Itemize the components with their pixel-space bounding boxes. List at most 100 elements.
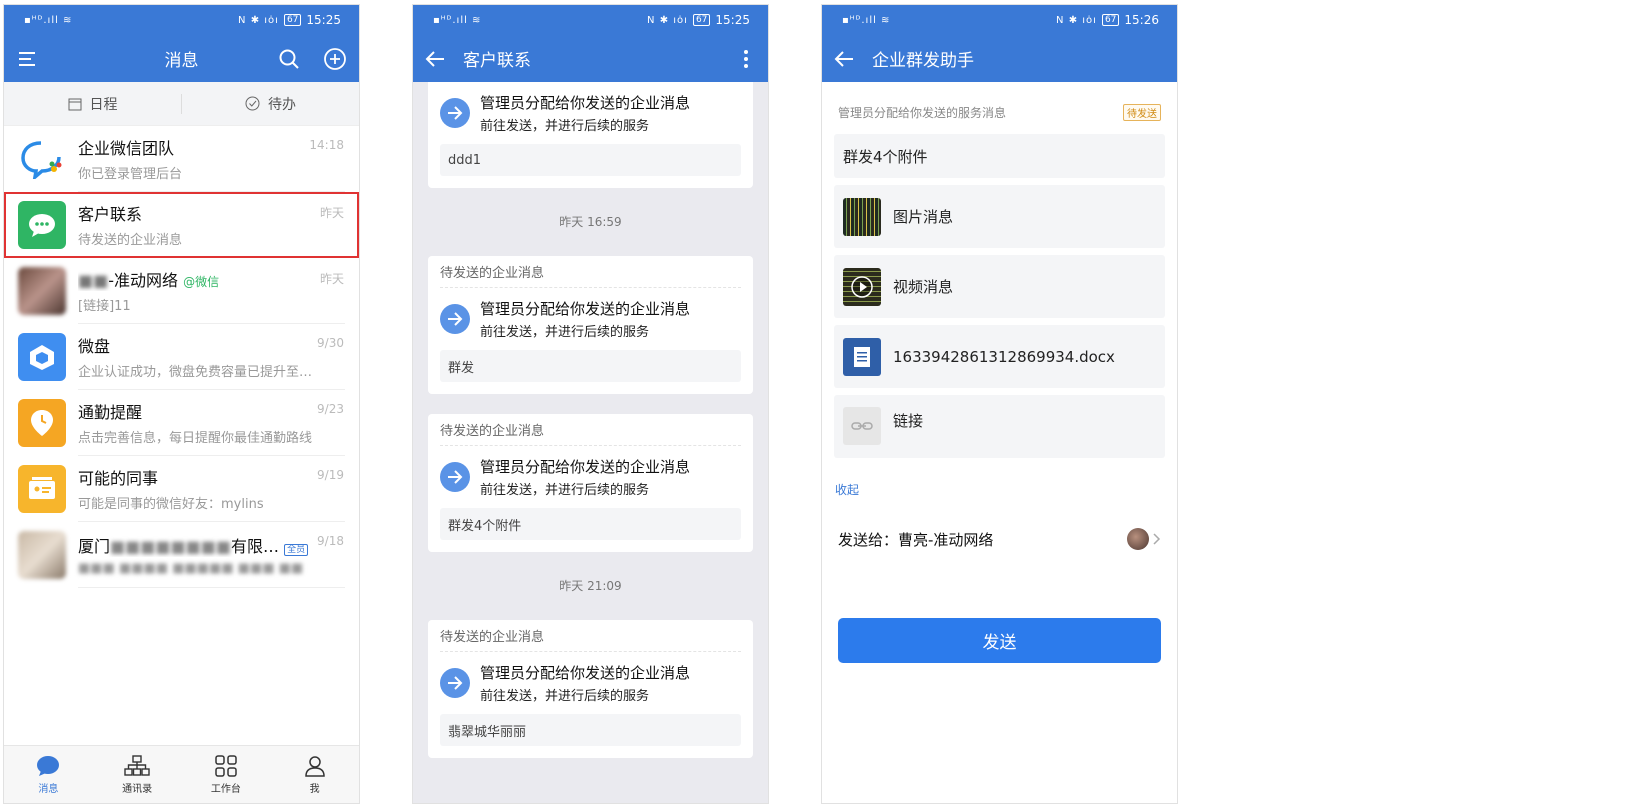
conversation-customer-contact[interactable]: 客户联系待发送的企业消息 昨天 xyxy=(4,192,359,258)
screen-messages: ▪ᴴᴰ.ıll ≋ N ✱ ıȯı 67 15:25 消息 日程 待办 企业微信… xyxy=(3,4,360,804)
status-bar: ▪ᴴᴰ.ıll ≋ N ✱ ıȯı 67 15:26 xyxy=(822,5,1177,35)
avatar xyxy=(18,267,66,315)
attachment-label: 链接 xyxy=(893,412,924,430)
message-title: 管理员分配给你发送的企业消息 xyxy=(480,300,691,318)
text-message-content: 群发4个附件 xyxy=(843,147,928,166)
calendar-icon xyxy=(68,98,81,110)
message-meta: 管理员分配给你发送的服务消息 待发送 xyxy=(834,82,1165,142)
conversation-name-row: ■■-准动网络 @微信 xyxy=(78,271,220,290)
contact-card-icon xyxy=(18,465,66,513)
signal-icon: ▪ᴴᴰ.ıll ≋ xyxy=(24,14,73,26)
conversation-colleagues[interactable]: 可能的同事 可能是同事的微信好友：mylins 9/19 xyxy=(4,456,359,522)
message-title: 管理员分配给你发送的企业消息 xyxy=(480,664,691,682)
collapse-link[interactable]: 收起 xyxy=(834,465,1165,514)
conversation-preview: 你已登录管理后台 xyxy=(78,167,183,182)
battery-icon: 67 xyxy=(692,14,711,26)
message-card[interactable]: 待发送的企业消息 管理员分配给你发送的企业消息 前往发送，并进行后续的服务 翡翠城… xyxy=(428,620,753,758)
tab-messages[interactable]: 消息 xyxy=(4,746,93,803)
tab-todo[interactable]: 待办 xyxy=(181,93,359,114)
chevron-right-icon xyxy=(1153,533,1161,545)
all-staff-tag: 全员 xyxy=(284,544,309,556)
status-bar: ▪ᴴᴰ.ıll ≋ N ✱ ıȯı 67 15:25 xyxy=(4,5,359,35)
arrow-right-icon xyxy=(440,304,470,334)
conversation-time: 9/30 xyxy=(317,336,344,350)
signal-icon: ▪ᴴᴰ.ıll ≋ xyxy=(433,14,482,26)
conversation-preview: 待发送的企业消息 xyxy=(78,233,183,248)
conversation-time: 昨天 xyxy=(319,206,344,220)
send-to-text: 发送给：曹亮-准动网络 xyxy=(838,529,993,550)
conversation-name: 厦门 xyxy=(78,537,111,556)
conversation-name: 通勤提醒 xyxy=(78,403,143,422)
wechat-tag: @微信 xyxy=(183,275,220,289)
screen-customer-contact: ▪ᴴᴰ.ıll ≋ N ✱ ıȯı 67 15:25 客户联系 管理员分配给你发… xyxy=(412,4,769,804)
attachment-label: 视频消息 xyxy=(893,278,954,296)
tab-label: 工作台 xyxy=(210,783,241,795)
top-nav: 企业群发助手 xyxy=(822,35,1177,82)
attachment-video[interactable]: 视频消息 xyxy=(834,255,1165,318)
nfc-bluetooth-icon: N ✱ ıȯı xyxy=(1056,14,1097,26)
message-subtitle: 前往发送，并进行后续的服务 xyxy=(480,483,650,498)
message-card[interactable]: 管理员分配给你发送的企业消息 前往发送，并进行后续的服务 ddd1 xyxy=(428,82,753,188)
menu-icon[interactable] xyxy=(14,45,42,73)
conversation-preview: ■■■ ■■■■ ■■■■■ ■■■ ■■ xyxy=(78,561,304,576)
conversation-name: 客户联系 xyxy=(78,205,143,224)
tab-label: 我 xyxy=(309,783,320,795)
top-nav: 消息 xyxy=(4,35,359,82)
tab-workbench[interactable]: 工作台 xyxy=(182,746,271,803)
send-to-row[interactable]: 发送给：曹亮-准动网络 xyxy=(822,514,1177,550)
conversation-name: 微盘 xyxy=(78,337,111,356)
meta-text: 管理员分配给你发送的服务消息 xyxy=(838,105,1007,120)
play-icon xyxy=(851,275,873,298)
message-content: 翡翠城华丽丽 xyxy=(440,714,741,746)
signal-icon: ▪ᴴᴰ.ıll ≋ xyxy=(842,14,891,26)
conversation-name: 可能的同事 xyxy=(78,469,159,488)
image-thumbnail xyxy=(843,197,881,236)
conversation-preview: [链接]11 xyxy=(78,299,131,314)
tab-me[interactable]: 我 xyxy=(270,746,359,803)
attachment-image[interactable]: 图片消息 xyxy=(834,185,1165,248)
attachment-document[interactable]: 1633942861312869934.docx xyxy=(834,325,1165,388)
screen-group-send-assistant: ▪ᴴᴰ.ıll ≋ N ✱ ıȯı 67 15:26 企业群发助手 管理员分配给… xyxy=(821,4,1178,804)
tab-schedule[interactable]: 日程 xyxy=(4,94,181,114)
conversation-weipan[interactable]: 微盘 企业认证成功，微盘免费容量已提升至… 9/30 xyxy=(4,324,359,390)
send-detail: 管理员分配给你发送的服务消息 待发送 群发4个附件 图片消息 视频消息 1633… xyxy=(822,82,1177,514)
add-icon[interactable] xyxy=(321,45,349,73)
conversation-company-group[interactable]: 厦门■■■■■■■■有限… 全员 ■■■ ■■■■ ■■■■■ ■■■ ■■ 9… xyxy=(4,522,359,588)
back-arrow-icon[interactable] xyxy=(421,45,449,73)
timestamp: 昨天 16:59 xyxy=(559,215,622,229)
conversation-commute[interactable]: 通勤提醒 点击完善信息，每日提醒你最佳通勤路线 9/23 xyxy=(4,390,359,456)
wecom-logo-icon xyxy=(18,135,66,183)
conversation-name-suffix: 有限… xyxy=(230,537,279,556)
tab-contacts[interactable]: 通讯录 xyxy=(93,746,182,803)
message-feed: 管理员分配给你发送的企业消息 前往发送，并进行后续的服务 ddd1 昨天 16:5… xyxy=(413,82,768,803)
conversation-name-row: 厦门■■■■■■■■有限… 全员 xyxy=(78,533,345,557)
conversation-contact[interactable]: ■■-准动网络 @微信 [链接]11 昨天 xyxy=(4,258,359,324)
message-title: 管理员分配给你发送的企业消息 xyxy=(480,458,691,476)
back-arrow-icon[interactable] xyxy=(830,45,858,73)
attachment-link[interactable]: 链接 xyxy=(834,395,1165,458)
card-header: 待发送的企业消息 xyxy=(440,256,741,288)
tab-label: 消息 xyxy=(38,783,59,795)
message-title: 管理员分配给你发送的企业消息 xyxy=(480,94,691,112)
chat-bubble-icon xyxy=(18,201,66,249)
arrow-right-icon xyxy=(440,462,470,492)
avatar xyxy=(18,531,66,579)
text-message: 群发4个附件 xyxy=(834,134,1165,178)
quick-tabs: 日程 待办 xyxy=(4,82,359,126)
person-icon xyxy=(304,755,325,777)
message-card[interactable]: 待发送的企业消息 管理员分配给你发送的企业消息 前往发送，并进行后续的服务 群发4… xyxy=(428,414,753,552)
search-icon[interactable] xyxy=(275,45,303,73)
drive-icon xyxy=(18,333,66,381)
conversation-time: 9/19 xyxy=(317,468,344,482)
pending-badge: 待发送 xyxy=(1123,103,1161,121)
send-to-label: 发送给： xyxy=(838,530,899,549)
message-content: 群发4个附件 xyxy=(440,508,741,540)
conversation-wecom-team[interactable]: 企业微信团队 你已登录管理后台 14:18 xyxy=(4,126,359,192)
send-button[interactable]: 发送 xyxy=(838,618,1161,663)
conversation-name: -准动网络 xyxy=(108,271,179,290)
arrow-right-icon xyxy=(440,98,470,128)
tab-schedule-label: 日程 xyxy=(89,96,118,113)
message-card[interactable]: 待发送的企业消息 管理员分配给你发送的企业消息 前往发送，并进行后续的服务 群发 xyxy=(428,256,753,394)
more-vertical-icon[interactable] xyxy=(732,45,760,73)
tab-label: 通讯录 xyxy=(122,783,153,795)
